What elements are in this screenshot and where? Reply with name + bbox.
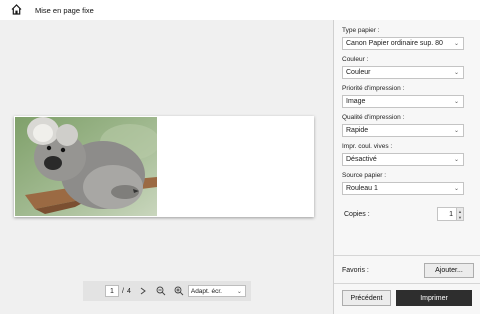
page-separator: / bbox=[122, 287, 124, 295]
home-icon bbox=[11, 3, 22, 17]
vivid-color-field: Impr. coul. vives : Désactivé ⌄ bbox=[342, 142, 464, 166]
previous-button[interactable]: Précédent bbox=[342, 290, 391, 306]
paper-source-field: Source papier : Rouleau 1 ⌄ bbox=[342, 171, 464, 195]
next-page-icon[interactable] bbox=[137, 285, 149, 297]
print-button[interactable]: Imprimer bbox=[396, 290, 472, 306]
print-priority-value: Image bbox=[346, 98, 366, 105]
add-favorite-button[interactable]: Ajouter... bbox=[424, 262, 474, 278]
chevron-down-icon: ⌄ bbox=[236, 288, 242, 295]
print-quality-value: Rapide bbox=[346, 127, 369, 134]
title-bar: Mise en page fixe bbox=[0, 0, 480, 20]
paper-source-select[interactable]: Rouleau 1 ⌄ bbox=[342, 182, 464, 195]
zoom-out-icon[interactable] bbox=[155, 285, 167, 297]
divider bbox=[334, 283, 480, 284]
decrement-icon[interactable]: ▼ bbox=[457, 214, 463, 220]
paper-source-value: Rouleau 1 bbox=[346, 185, 378, 192]
zoom-value: Adapt. écr. bbox=[190, 287, 222, 295]
koala-photo bbox=[15, 117, 157, 216]
vivid-color-value: Désactivé bbox=[346, 156, 377, 163]
paper-type-label: Type papier : bbox=[342, 27, 380, 34]
preview-area: 1 / 4 Adapt. écr. ⌄ bbox=[0, 20, 333, 314]
copies-stepper: ▲ ▼ bbox=[457, 207, 464, 221]
favorites-label: Favoris : bbox=[342, 266, 369, 274]
paper-type-select[interactable]: Canon Papier ordinaire sup. 80 ⌄ bbox=[342, 37, 464, 50]
zoom-in-icon[interactable] bbox=[173, 285, 185, 297]
favorites-row: Favoris : Ajouter... bbox=[342, 261, 474, 279]
home-button[interactable] bbox=[6, 0, 26, 20]
vivid-color-label: Impr. coul. vives : bbox=[342, 143, 393, 150]
copies-input[interactable]: 1 bbox=[437, 207, 457, 221]
chevron-down-icon: ⌄ bbox=[453, 128, 459, 134]
color-field: Couleur : Couleur ⌄ bbox=[342, 55, 464, 79]
paper-type-value: Canon Papier ordinaire sup. 80 bbox=[346, 40, 443, 47]
chevron-down-icon: ⌄ bbox=[453, 41, 459, 47]
print-quality-label: Qualité d'impression : bbox=[342, 114, 405, 121]
print-priority-field: Priorité d'impression : Image ⌄ bbox=[342, 84, 464, 108]
color-select[interactable]: Couleur ⌄ bbox=[342, 66, 464, 79]
chevron-down-icon: ⌄ bbox=[453, 157, 459, 163]
print-quality-field: Qualité d'impression : Rapide ⌄ bbox=[342, 113, 464, 137]
print-priority-label: Priorité d'impression : bbox=[342, 85, 405, 92]
print-quality-select[interactable]: Rapide ⌄ bbox=[342, 124, 464, 137]
copies-label: Copies : bbox=[344, 210, 370, 218]
vivid-color-select[interactable]: Désactivé ⌄ bbox=[342, 153, 464, 166]
paper-type-field: Type papier : Canon Papier ordinaire sup… bbox=[342, 26, 464, 50]
paper-preview bbox=[14, 116, 314, 217]
page-title: Mise en page fixe bbox=[35, 5, 94, 15]
chevron-down-icon: ⌄ bbox=[453, 99, 459, 105]
settings-panel: Type papier : Canon Papier ordinaire sup… bbox=[333, 20, 480, 314]
color-value: Couleur bbox=[346, 69, 371, 76]
total-pages: 4 bbox=[126, 287, 131, 295]
divider bbox=[334, 255, 480, 256]
current-page-input[interactable]: 1 bbox=[105, 285, 119, 297]
chevron-down-icon: ⌄ bbox=[453, 186, 459, 192]
paper-source-label: Source papier : bbox=[342, 172, 387, 179]
zoom-select[interactable]: Adapt. écr. ⌄ bbox=[187, 285, 246, 297]
page-navigation-bar: 1 / 4 Adapt. écr. ⌄ bbox=[83, 281, 251, 301]
color-label: Couleur : bbox=[342, 56, 369, 63]
copies-row: Copies : 1 ▲ ▼ bbox=[344, 207, 464, 221]
chevron-down-icon: ⌄ bbox=[453, 70, 459, 76]
print-priority-select[interactable]: Image ⌄ bbox=[342, 95, 464, 108]
